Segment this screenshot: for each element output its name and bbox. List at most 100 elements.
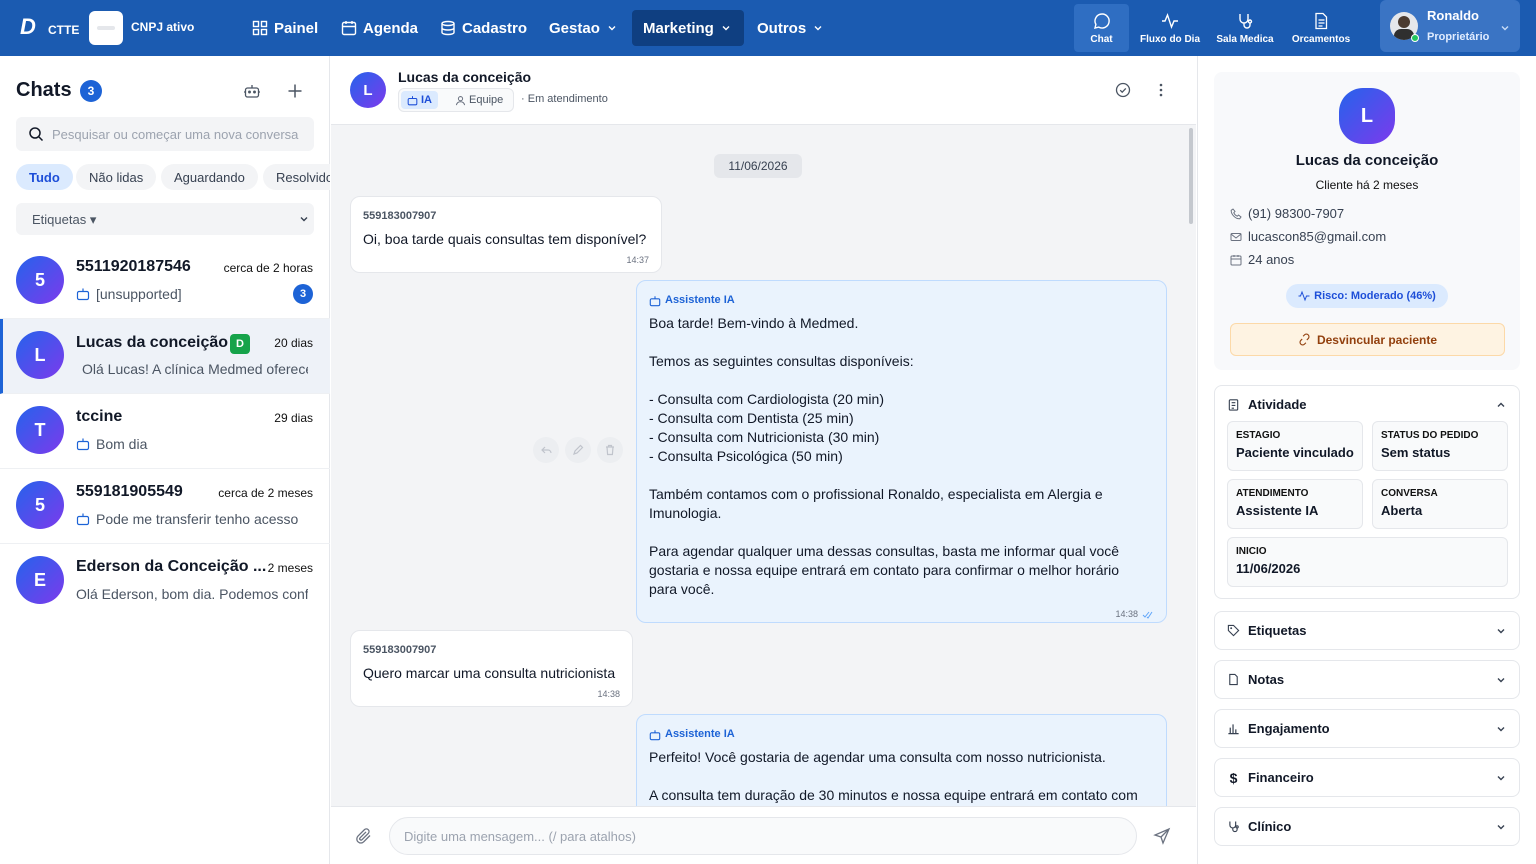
clinic-logo[interactable]: [89, 11, 123, 45]
email-row: lucascon85@gmail.com: [1230, 229, 1386, 244]
contact-name: Ederson da Conceição ...: [76, 558, 267, 575]
section-title: Etiquetas: [1248, 623, 1307, 638]
financial-header[interactable]: $ Financeiro: [1215, 759, 1519, 796]
conversation-item-selected[interactable]: L Lucas da conceição D 20 dias Olá Lucas…: [0, 319, 330, 394]
message-input[interactable]: [389, 817, 1137, 855]
filter-label: Não lidas: [89, 169, 144, 185]
chevron-down-icon: [814, 26, 822, 31]
engagement-header[interactable]: Engajamento: [1215, 710, 1519, 747]
last-message-preview: Bom dia: [76, 436, 308, 452]
mode-ia-button[interactable]: IA: [401, 91, 438, 109]
clinical-header[interactable]: Clínico: [1215, 808, 1519, 845]
user-menu[interactable]: Ronaldo Proprietário: [1380, 0, 1520, 52]
top-navbar: D CTTE CNPJ ativo Painel Agenda Cadastro…: [0, 0, 1536, 56]
message-line: Temos as seguintes consultas disponíveis…: [649, 353, 914, 369]
notes-header[interactable]: Notas: [1215, 661, 1519, 698]
mode-team-button[interactable]: Equipe: [451, 91, 507, 109]
nav-cadastro[interactable]: Cadastro: [429, 10, 538, 46]
message-line: - Consulta com Dentista (25 min): [649, 410, 854, 426]
activity-header[interactable]: Atividade: [1215, 386, 1519, 423]
email-text[interactable]: lucascon85@gmail.com: [1248, 229, 1386, 244]
filter-resolvido[interactable]: Resolvido: [263, 164, 330, 190]
chevron-down-icon: [1497, 775, 1505, 780]
file-icon: [1229, 673, 1238, 686]
contact-name: 5511920187546: [76, 258, 191, 275]
financial-section[interactable]: $ Financeiro: [1214, 758, 1520, 797]
filter-aguardando[interactable]: Aguardando: [161, 164, 258, 190]
tags-header[interactable]: Etiquetas: [1215, 612, 1519, 649]
notes-section[interactable]: Notas: [1214, 660, 1520, 699]
last-message-preview: Olá Ederson, bom dia. Podemos confirmar: [76, 586, 308, 602]
filter-tudo[interactable]: Tudo: [16, 164, 73, 190]
ai-sender-label: Assistente IA: [665, 728, 735, 740]
conversation-item[interactable]: E Ederson da Conceição ... 2 meses Olá E…: [0, 544, 330, 619]
resolve-button[interactable]: [1115, 82, 1131, 98]
bot-button[interactable]: [241, 80, 263, 102]
tool-sala-medica[interactable]: Sala Medica: [1212, 4, 1278, 52]
clinical-section[interactable]: Clínico: [1214, 807, 1520, 846]
section-title: Notas: [1248, 672, 1285, 687]
preview-text: Pode me transferir tenho acesso: [96, 511, 299, 527]
stage-tile: ESTAGIO Paciente vinculado: [1227, 421, 1363, 471]
incoming-message[interactable]: 559183007907 Oi, boa tarde quais consult…: [350, 196, 662, 273]
conversation-item[interactable]: 5 5511920187546 cerca de 2 horas [unsupp…: [0, 244, 330, 319]
activity-icon: [1162, 12, 1178, 29]
risk-text: Risco: Moderado (46%): [1314, 290, 1436, 302]
tile-key: ATENDIMENTO: [1236, 488, 1309, 499]
incoming-message[interactable]: 559183007907 Quero marcar uma consulta n…: [350, 630, 633, 707]
nav-gestao[interactable]: Gestao: [538, 10, 629, 46]
edit-button[interactable]: [565, 437, 591, 463]
ai-message[interactable]: Assistente IA Boa tarde! Bem-vindo à Med…: [636, 280, 1167, 623]
nav-painel[interactable]: Painel: [241, 10, 329, 46]
reply-button[interactable]: [533, 437, 559, 463]
last-message-preview: Olá Lucas! A clínica Medmed oferece: [76, 361, 308, 377]
app-logo[interactable]: D CTTE: [20, 14, 82, 42]
chevron-down-icon: [722, 26, 730, 31]
database-icon: [441, 20, 455, 36]
client-since: Cliente há 2 meses: [1315, 178, 1419, 192]
last-message-time: 2 meses: [267, 561, 313, 575]
phone-text[interactable]: (91) 98300-7907: [1248, 206, 1344, 221]
nav-outros[interactable]: Outros: [746, 10, 835, 46]
scrollbar[interactable]: [1189, 128, 1193, 224]
tags-section[interactable]: Etiquetas: [1214, 611, 1520, 650]
message-line: - Consulta com Nutricionista (30 min): [649, 429, 880, 445]
messages-area[interactable]: 11/06/2026 559183007907 Oi, boa tarde qu…: [331, 125, 1196, 806]
mail-icon: [1230, 232, 1242, 241]
message-time: 14:37: [626, 255, 649, 265]
tags-dropdown-label: Etiquetas ▾: [32, 212, 97, 227]
new-chat-button[interactable]: [284, 80, 306, 102]
delete-button[interactable]: [597, 437, 623, 463]
nav-agenda[interactable]: Agenda: [330, 10, 429, 46]
tool-fluxo-do-dia[interactable]: Fluxo do Dia: [1138, 4, 1202, 52]
chevron-down-icon: [608, 26, 616, 31]
send-button[interactable]: [1153, 827, 1171, 845]
engagement-section[interactable]: Engajamento: [1214, 709, 1520, 748]
conversation-item[interactable]: 5 559181905549 cerca de 2 meses Pode me …: [0, 469, 330, 544]
tile-value: Sem status: [1381, 445, 1451, 460]
nav-label: Agenda: [363, 19, 419, 37]
conversation-tile: CONVERSA Aberta: [1372, 479, 1508, 529]
section-title: Clínico: [1248, 819, 1292, 834]
attach-button[interactable]: [355, 827, 373, 845]
message-line: [649, 523, 1154, 542]
message-line: para você.: [649, 581, 715, 597]
mode-team-label: Equipe: [469, 94, 504, 106]
search-input[interactable]: [52, 117, 312, 151]
contact-avatar: 5: [16, 481, 64, 529]
more-options-button[interactable]: [1153, 82, 1169, 98]
tool-orcamentos[interactable]: Orcamentos: [1286, 4, 1356, 52]
conversation-item[interactable]: T tccine 29 dias Bom dia: [0, 394, 330, 469]
section-title: Atividade: [1248, 397, 1307, 412]
tool-chat[interactable]: Chat: [1074, 4, 1129, 52]
message-line: [649, 466, 1154, 485]
tags-dropdown[interactable]: Etiquetas ▾: [16, 203, 314, 235]
phone-row: (91) 98300-7907: [1230, 206, 1344, 221]
bot-icon: [649, 295, 661, 306]
ai-message[interactable]: Assistente IA Perfeito! Você gostaria de…: [636, 714, 1167, 806]
nav-marketing[interactable]: Marketing: [632, 10, 744, 46]
filter-nao-lidas[interactable]: Não lidas: [76, 164, 157, 190]
contact-name: 559181905549: [76, 483, 183, 500]
document-icon: [1315, 12, 1328, 29]
unlink-patient-button[interactable]: Desvincular paciente: [1230, 323, 1505, 356]
